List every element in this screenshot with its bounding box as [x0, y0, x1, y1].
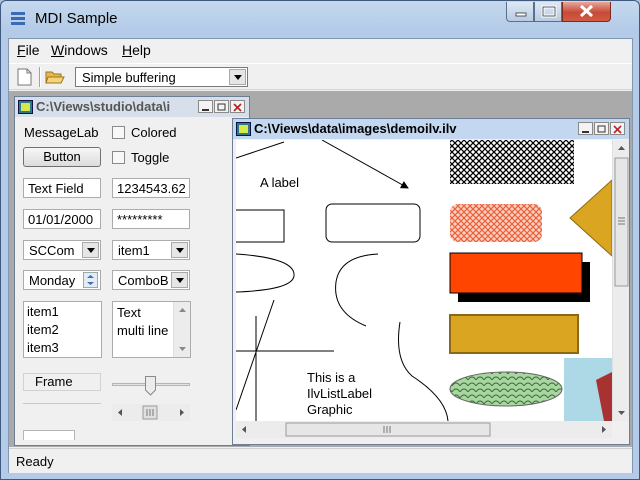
gadgets-window-title-bar[interactable]: C:\Views\studio\data\i — [15, 97, 249, 117]
sccombo-value: SCCom — [29, 243, 75, 258]
graphics-window: C:\Views\data\images\demoilv.ilv A label… — [232, 118, 630, 445]
child-maximize-button[interactable] — [214, 100, 229, 113]
close-icon — [613, 125, 622, 134]
child-maximize-button[interactable] — [594, 122, 609, 135]
close-button[interactable] — [562, 2, 611, 22]
app-icon — [11, 12, 25, 25]
item-combo-value: item1 — [118, 243, 150, 258]
gadget-horizontal-scrollbar[interactable] — [112, 404, 190, 421]
status-text: Ready — [16, 454, 54, 469]
minimize-icon — [515, 12, 527, 17]
multiline-text[interactable]: Text multi line — [112, 301, 191, 358]
colored-label: Colored — [131, 125, 177, 140]
menu-windows[interactable]: Windows — [51, 42, 108, 58]
sccombo[interactable]: SCCom — [23, 240, 101, 260]
combo-box[interactable]: ComboB — [112, 270, 190, 290]
item-list[interactable]: item1 item2 item3 — [23, 301, 102, 358]
chevron-down-icon[interactable] — [171, 272, 188, 288]
password-field[interactable]: ********* — [112, 209, 190, 229]
graphics-window-title-bar[interactable]: C:\Views\data\images\demoilv.ilv — [233, 119, 629, 139]
graphics-window-title: C:\Views\data\images\demoilv.ilv — [254, 121, 457, 136]
chevron-down-icon[interactable] — [171, 242, 188, 258]
day-spinner-value: Monday — [29, 273, 76, 288]
colored-checkbox[interactable] — [112, 126, 125, 139]
scroll-arrows-icon — [118, 405, 184, 420]
list-label-line: This is a — [307, 370, 356, 385]
slider-thumb-icon[interactable] — [145, 376, 156, 396]
list-item[interactable]: item1 — [24, 304, 101, 322]
maximize-button[interactable] — [534, 2, 562, 22]
open-folder-icon[interactable] — [45, 69, 65, 85]
new-file-icon[interactable] — [17, 68, 32, 86]
close-icon — [233, 103, 242, 112]
child-close-button[interactable] — [610, 122, 625, 135]
mdi-area: C:\Views\studio\data\i MessageLab Colore… — [9, 91, 632, 447]
list-item[interactable]: item2 — [24, 322, 101, 340]
gadgets-container: MessageLab Colored Button Toggle Text Fi… — [15, 118, 249, 446]
document-icon — [236, 122, 251, 136]
chevron-down-icon[interactable] — [82, 242, 99, 258]
frame-label: Frame — [35, 374, 73, 389]
number-field[interactable]: 1234543.62 — [112, 178, 190, 198]
gadgets-window-title: C:\Views\studio\data\i — [36, 99, 171, 114]
toolbar-separator — [39, 67, 41, 87]
maximize-icon — [597, 125, 606, 133]
list-item[interactable]: item3 — [24, 340, 101, 358]
buffering-value: Simple buffering — [82, 70, 176, 85]
toggle-label: Toggle — [131, 150, 170, 165]
status-bar: Ready — [9, 448, 632, 473]
date-field[interactable]: 01/01/2000 — [23, 209, 101, 229]
scroll-arrows-icon — [614, 146, 629, 415]
toolbar: Simple buffering — [9, 63, 632, 90]
text-field[interactable]: Text Field — [23, 178, 101, 198]
buffering-select[interactable]: Simple buffering — [75, 67, 248, 87]
item-combo[interactable]: item1 — [112, 240, 190, 260]
chevron-down-icon[interactable] — [229, 69, 246, 85]
spin-arrows-icon[interactable] — [83, 272, 98, 288]
close-icon — [579, 4, 594, 18]
child-close-button[interactable] — [230, 100, 245, 113]
menu-bar: File Windows Help — [9, 39, 632, 63]
day-spinner[interactable]: Monday — [23, 270, 101, 290]
minimize-icon — [202, 109, 209, 111]
sample-button[interactable]: Button — [23, 147, 101, 167]
client-area: File Windows Help Simple buffering C:\Vi… — [8, 38, 633, 473]
menu-file[interactable]: File — [17, 42, 40, 58]
window-title: MDI Sample — [35, 10, 118, 27]
graphics-horizontal-scrollbar[interactable] — [236, 421, 612, 438]
partial-gadget — [23, 430, 75, 440]
text-vertical-scrollbar[interactable] — [173, 302, 190, 357]
maximize-icon — [217, 103, 226, 111]
minimize-icon — [582, 131, 589, 133]
menu-help[interactable]: Help — [122, 42, 151, 58]
list-label-line: Graphic — [307, 402, 353, 417]
combo-box-value: ComboB — [118, 273, 169, 288]
message-label: MessageLab — [24, 125, 99, 140]
list-label-line: IlvListLabel — [307, 386, 373, 401]
a-label-text: A label — [260, 175, 300, 190]
child-minimize-button[interactable] — [198, 100, 213, 113]
separator — [23, 403, 101, 404]
minimize-button[interactable] — [506, 2, 534, 22]
scroll-arrows-icon — [242, 422, 606, 437]
horizontal-slider[interactable] — [112, 376, 190, 396]
maximize-icon — [541, 5, 557, 18]
document-icon — [18, 100, 33, 114]
gadgets-window: C:\Views\studio\data\i MessageLab Colore… — [14, 96, 250, 446]
main-window: MDI Sample File Windows Help Simple buff — [0, 0, 640, 480]
scroll-arrows-icon — [179, 308, 186, 351]
graphics-canvas[interactable]: A label This is a IlvListLabel Graphic — [236, 140, 612, 421]
list-label-text: This is a IlvListLabel Graphic — [307, 370, 372, 418]
child-minimize-button[interactable] — [578, 122, 593, 135]
graphics-vertical-scrollbar[interactable] — [612, 140, 629, 421]
title-bar[interactable]: MDI Sample — [1, 1, 639, 37]
toggle-checkbox[interactable] — [112, 151, 125, 164]
